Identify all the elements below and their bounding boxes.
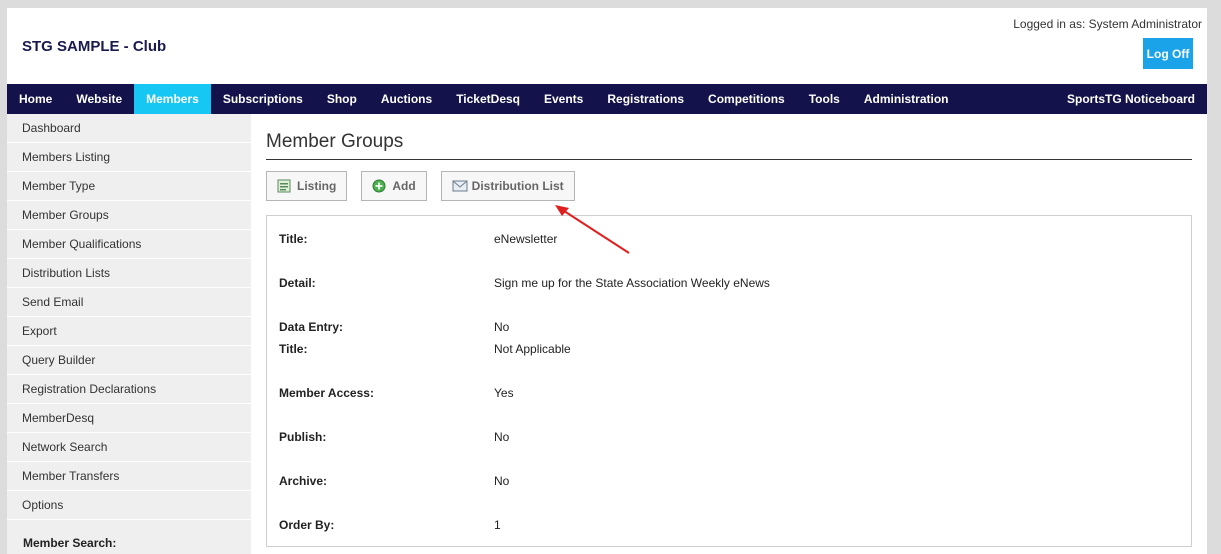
nav-events[interactable]: Events: [532, 84, 595, 114]
group-details: Title: eNewsletter Detail: Sign me up fo…: [266, 215, 1192, 547]
log-off-button[interactable]: Log Off: [1143, 38, 1193, 69]
nav-ticketdesq[interactable]: TicketDesq: [444, 84, 532, 114]
header: STG SAMPLE - Club Logged in as: System A…: [7, 8, 1207, 84]
annotation-arrow-icon: [555, 205, 630, 254]
detail-label: Publish:: [279, 430, 327, 444]
member-search-label: Member Search:: [23, 536, 117, 550]
nav-registrations[interactable]: Registrations: [595, 84, 696, 114]
sidebar-item-memberdesq[interactable]: MemberDesq: [7, 404, 251, 433]
sidebar-item-network-search[interactable]: Network Search: [7, 433, 251, 462]
nav-home[interactable]: Home: [7, 84, 64, 114]
nav-subscriptions[interactable]: Subscriptions: [211, 84, 315, 114]
main-content: Member Groups Listing Add Distribution L…: [266, 114, 1192, 547]
nav-administration[interactable]: Administration: [852, 84, 961, 114]
page-title: Member Groups: [266, 131, 1192, 160]
add-label: Add: [392, 179, 416, 193]
detail-value: No: [494, 320, 510, 334]
detail-value: Yes: [494, 386, 514, 400]
nav-website[interactable]: Website: [64, 84, 134, 114]
sidebar-item-registration-declarations[interactable]: Registration Declarations: [7, 375, 251, 404]
detail-label: Title:: [279, 342, 308, 356]
add-button[interactable]: Add: [361, 171, 427, 201]
sidebar-item-export[interactable]: Export: [7, 317, 251, 346]
detail-value: Sign me up for the State Association Wee…: [494, 276, 770, 290]
sidebar-item-member-type[interactable]: Member Type: [7, 172, 251, 201]
detail-label: Order By:: [279, 518, 335, 532]
sidebar-item-members-listing[interactable]: Members Listing: [7, 143, 251, 172]
listing-icon: [277, 179, 291, 193]
nav-tools[interactable]: Tools: [797, 84, 852, 114]
detail-value: No: [494, 474, 510, 488]
detail-label: Title:: [279, 232, 308, 246]
detail-value: Not Applicable: [494, 342, 571, 356]
sidebar-item-member-qualifications[interactable]: Member Qualifications: [7, 230, 251, 259]
sidebar-item-member-groups[interactable]: Member Groups: [7, 201, 251, 230]
detail-value: 1: [494, 518, 501, 532]
club-title: STG SAMPLE - Club: [22, 38, 167, 55]
sidebar-item-distribution-lists[interactable]: Distribution Lists: [7, 259, 251, 288]
sidebar: Dashboard Members Listing Member Type Me…: [7, 114, 251, 554]
sidebar-item-send-email[interactable]: Send Email: [7, 288, 251, 317]
nav-noticeboard[interactable]: SportsTG Noticeboard: [1055, 84, 1207, 114]
sidebar-item-options[interactable]: Options: [7, 491, 251, 520]
detail-label: Data Entry:: [279, 320, 344, 334]
detail-value: No: [494, 430, 510, 444]
logged-in-text: Logged in as: System Administrator: [1013, 17, 1202, 31]
detail-label: Member Access:: [279, 386, 374, 400]
top-nav: Home Website Members Subscriptions Shop …: [7, 84, 1207, 114]
nav-members[interactable]: Members: [134, 84, 211, 114]
sidebar-item-query-builder[interactable]: Query Builder: [7, 346, 251, 375]
sidebar-item-dashboard[interactable]: Dashboard: [7, 114, 251, 143]
listing-button[interactable]: Listing: [266, 171, 348, 201]
toolbar: Listing Add Distribution List: [266, 171, 1192, 201]
listing-label: Listing: [297, 179, 337, 193]
detail-label: Archive:: [279, 474, 328, 488]
envelope-icon: [452, 179, 468, 193]
nav-competitions[interactable]: Competitions: [696, 84, 797, 114]
app-frame: STG SAMPLE - Club Logged in as: System A…: [7, 8, 1207, 554]
add-icon: [372, 179, 386, 193]
nav-auctions[interactable]: Auctions: [369, 84, 444, 114]
nav-shop[interactable]: Shop: [315, 84, 369, 114]
detail-label: Detail:: [279, 276, 316, 290]
distribution-list-button[interactable]: Distribution List: [440, 171, 575, 201]
sidebar-item-member-transfers[interactable]: Member Transfers: [7, 462, 251, 491]
distribution-list-label: Distribution List: [471, 179, 564, 193]
